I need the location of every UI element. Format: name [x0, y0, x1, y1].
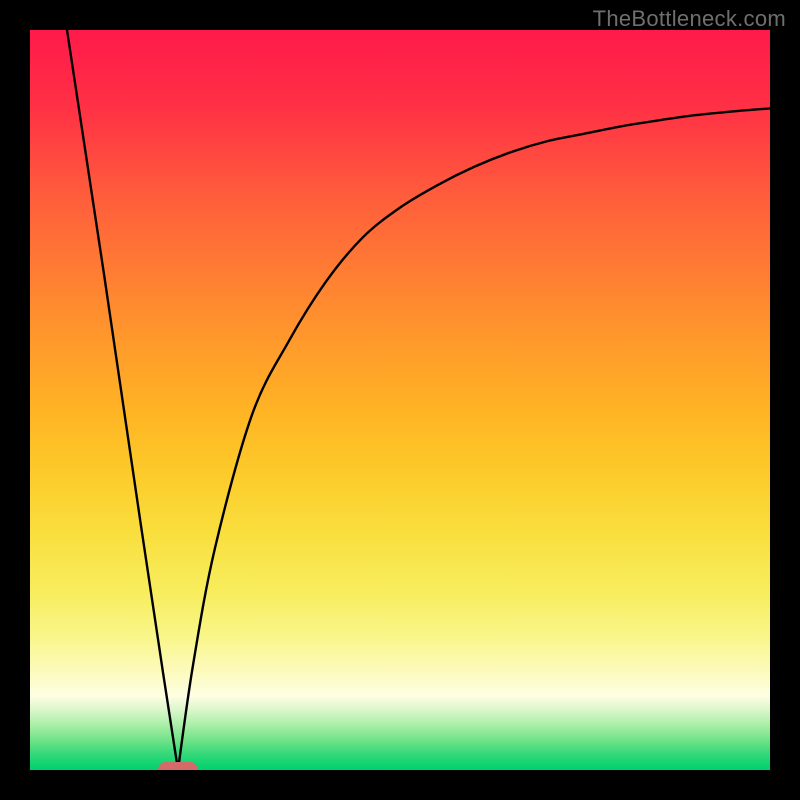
optimum-marker: [158, 762, 198, 770]
plot-area: [30, 30, 770, 770]
chart-frame: TheBottleneck.com: [0, 0, 800, 800]
watermark-text: TheBottleneck.com: [593, 6, 786, 32]
bottleneck-curve: [67, 30, 770, 770]
curve-layer: [30, 30, 770, 770]
